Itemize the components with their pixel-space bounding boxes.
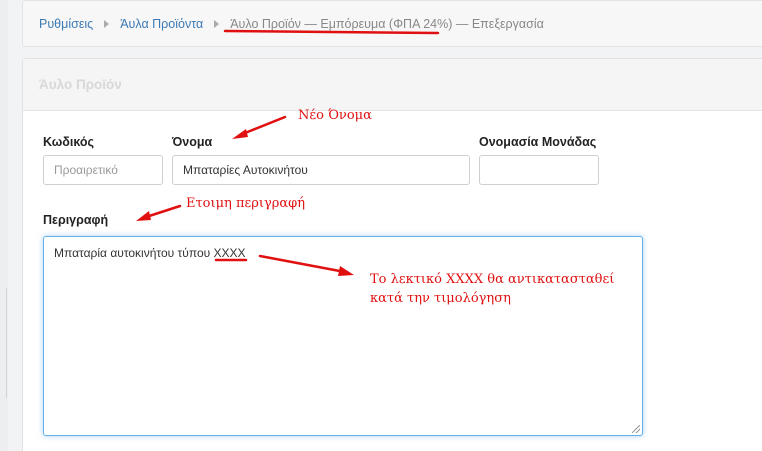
product-panel: Άυλο Προϊόν Κωδικός Προαιρετικό Όνομα Μπ… bbox=[22, 58, 762, 451]
description-label: Περιγραφή bbox=[43, 213, 109, 227]
code-label: Κωδικός bbox=[43, 135, 95, 149]
name-input[interactable]: Μπαταρίες Αυτοκινήτου bbox=[172, 155, 470, 185]
annotation-new-name: Νέο Όνομα bbox=[298, 108, 372, 123]
annotation-replace-line1: Το λεκτικό XXXX θα αντικατασταθεί bbox=[370, 272, 615, 287]
annotation-ready-description: Ετοιμη περιγραφή bbox=[186, 196, 306, 211]
breadcrumb-intangible-products-link[interactable]: Άυλα Προϊόντα bbox=[120, 17, 203, 31]
left-divider bbox=[6, 288, 7, 398]
code-input[interactable]: Προαιρετικό bbox=[43, 155, 163, 185]
annotation-replace-line2: κατά την τιμολόγηση bbox=[370, 291, 511, 306]
breadcrumb-settings-link[interactable]: Ρυθμίσεις bbox=[39, 17, 93, 31]
description-textarea[interactable]: Μπαταρία αυτοκινήτου τύπου XXXX bbox=[43, 236, 643, 436]
panel-title: Άυλο Προϊόν bbox=[23, 59, 762, 111]
breadcrumb-current: Άυλο Προϊόν — Εμπόρευμα (ΦΠΑ 24%) — Επεξ… bbox=[230, 16, 544, 31]
resize-grip-icon[interactable] bbox=[632, 425, 640, 433]
breadcrumb-separator-icon bbox=[104, 19, 110, 28]
name-label: Όνομα bbox=[172, 135, 213, 149]
breadcrumb-separator-icon bbox=[214, 19, 220, 28]
description-text: Μπαταρία αυτοκινήτου τύπου XXXX bbox=[54, 246, 246, 260]
unit-name-input[interactable] bbox=[479, 155, 599, 185]
unit-name-label: Ονομασία Μονάδας bbox=[479, 135, 597, 149]
breadcrumb: Ρυθμίσεις Άυλα Προϊόντα Άυλο Προϊόν — Εμ… bbox=[22, 0, 762, 47]
